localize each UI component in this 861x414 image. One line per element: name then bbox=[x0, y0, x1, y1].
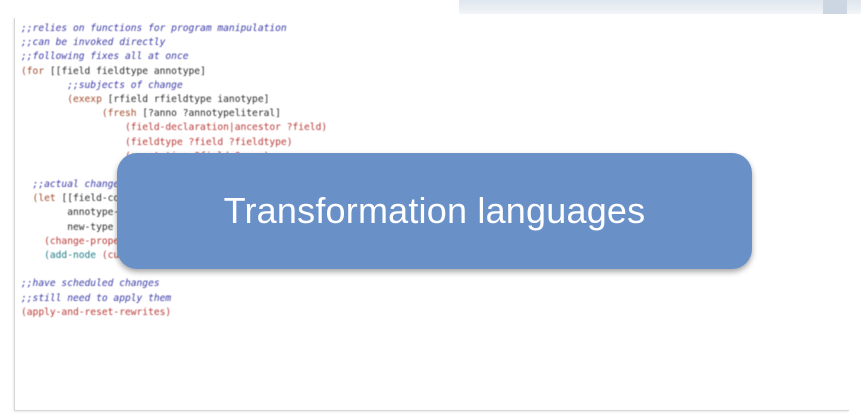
code-line: (exexp [rfield rfieldtype ianotype] bbox=[21, 93, 587, 107]
code-token: (fieldtype ?field ?fieldtype) bbox=[21, 136, 293, 148]
code-token: ;;have scheduled changes bbox=[21, 278, 160, 290]
banner-title: Transformation languages bbox=[223, 190, 646, 231]
code-token: (exexp bbox=[21, 93, 108, 105]
code-line: (fresh [?anno ?annotypeliteral] bbox=[21, 107, 587, 121]
code-token: new-type bbox=[21, 221, 120, 233]
code-token: ;;actual changes bbox=[21, 179, 125, 191]
code-token: (let bbox=[21, 193, 62, 205]
code-line: (apply-and-reset-rewrites) bbox=[21, 306, 587, 320]
code-token: ;;following fixes all at once bbox=[21, 51, 189, 63]
window-top-strip bbox=[459, 0, 861, 14]
code-token: (field-declaration|ancestor ?field) bbox=[21, 122, 328, 134]
code-line: (for [[field fieldtype annotype] bbox=[21, 65, 587, 79]
code-token: [?anno ?annotypeliteral] bbox=[142, 108, 281, 120]
window-corner-tab bbox=[823, 0, 847, 14]
code-line: (fieldtype ?field ?fieldtype) bbox=[21, 136, 587, 150]
code-token: (apply-and-reset-rewrites) bbox=[21, 306, 172, 318]
code-token: [rfield rfieldtype ianotype] bbox=[107, 93, 270, 105]
code-token: [[field fieldtype annotype] bbox=[49, 65, 206, 77]
code-line: ;;still need to apply them bbox=[21, 292, 587, 306]
code-line: ;;have scheduled changes bbox=[21, 277, 587, 291]
code-line: ;;following fixes all at once bbox=[21, 50, 587, 64]
code-token: ;;relies on functions for program manipu… bbox=[21, 23, 287, 34]
code-line: ;;can be invoked directly bbox=[21, 36, 587, 50]
code-line: (field-declaration|ancestor ?field) bbox=[21, 121, 587, 135]
code-token: ;;still need to apply them bbox=[21, 292, 172, 304]
code-token: (for bbox=[21, 65, 50, 77]
code-token: (fresh bbox=[21, 108, 143, 120]
code-line: ;;relies on functions for program manipu… bbox=[21, 22, 587, 36]
code-token: ;;can be invoked directly bbox=[21, 37, 166, 49]
code-token: (add-node bbox=[21, 250, 102, 261]
code-token: ;;subjects of change bbox=[21, 79, 183, 91]
code-line: ;;subjects of change bbox=[21, 79, 587, 93]
title-banner: Transformation languages bbox=[117, 153, 752, 269]
